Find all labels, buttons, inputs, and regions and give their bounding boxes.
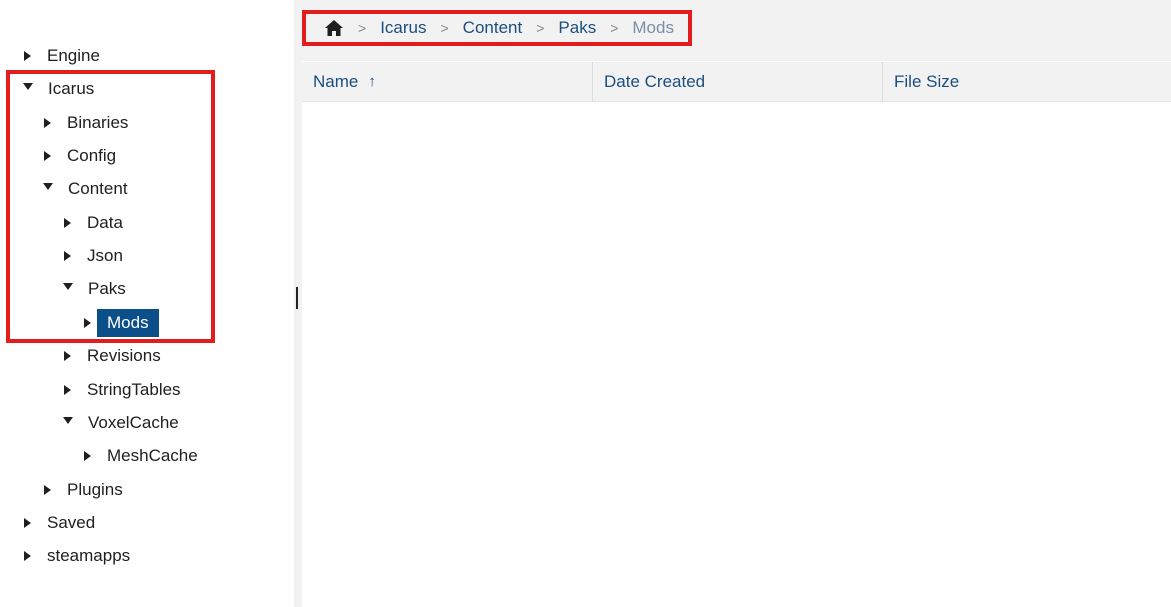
tree-item-json[interactable]: Json — [64, 242, 123, 270]
tree-item-revisions[interactable]: Revisions — [64, 342, 161, 370]
caret-down-icon[interactable] — [23, 82, 33, 90]
tree-item-label: Engine — [47, 46, 100, 65]
breadcrumb-separator: > — [358, 20, 367, 36]
caret-right-icon[interactable] — [44, 485, 51, 495]
file-list-pane: > Icarus > Content > Paks > Mods Name ↑ … — [302, 0, 1171, 607]
caret-down-icon[interactable] — [63, 416, 73, 424]
tree-item-engine[interactable]: Engine — [24, 42, 100, 70]
tree-item-saved[interactable]: Saved — [24, 509, 95, 537]
tree-item-icarus[interactable]: Icarus — [23, 75, 95, 103]
tree-item-label: Paks — [88, 279, 126, 298]
breadcrumb-item-icarus[interactable]: Icarus — [380, 18, 426, 38]
tree-item-paks[interactable]: Paks — [63, 275, 126, 303]
tree-item-label: StringTables — [87, 380, 181, 399]
tree-item-label: Mods — [97, 309, 159, 337]
tree-item-stringtables[interactable]: StringTables — [64, 376, 181, 404]
folder-tree: Engine Icarus Binaries Config Content Data Jso… — [0, 0, 294, 607]
tree-item-config[interactable]: Config — [44, 142, 116, 170]
tree-item-label: Json — [87, 246, 123, 265]
splitter-grip[interactable] — [296, 287, 298, 309]
breadcrumb-separator: > — [440, 20, 449, 36]
tree-item-label: Icarus — [48, 79, 95, 98]
caret-right-icon[interactable] — [64, 385, 71, 395]
tree-item-label: Data — [87, 213, 123, 232]
column-header-name[interactable]: Name ↑ — [302, 62, 593, 101]
column-size-label: File Size — [894, 71, 960, 91]
breadcrumb-item-content[interactable]: Content — [463, 18, 523, 38]
caret-right-icon[interactable] — [64, 351, 71, 361]
caret-right-icon[interactable] — [24, 551, 31, 561]
breadcrumb-separator: > — [610, 20, 619, 36]
caret-down-icon[interactable] — [63, 282, 73, 290]
breadcrumb-separator: > — [536, 20, 545, 36]
caret-right-icon[interactable] — [64, 218, 71, 228]
tree-item-meshcache[interactable]: MeshCache — [84, 442, 198, 470]
tree-item-plugins[interactable]: Plugins — [44, 476, 123, 504]
column-header-file-size[interactable]: File Size — [883, 62, 1171, 101]
file-list-header: Name ↑ Date Created File Size — [302, 62, 1171, 102]
tree-item-content[interactable]: Content — [43, 175, 128, 203]
tree-item-binaries[interactable]: Binaries — [44, 109, 128, 137]
tree-item-mods[interactable]: Mods — [84, 309, 159, 337]
tree-item-label: Content — [68, 179, 128, 198]
caret-right-icon[interactable] — [64, 251, 71, 261]
caret-right-icon[interactable] — [44, 151, 51, 161]
column-date-label: Date Created — [604, 71, 706, 91]
tree-item-label: MeshCache — [107, 446, 198, 465]
tree-item-voxelcache[interactable]: VoxelCache — [63, 409, 179, 437]
caret-right-icon[interactable] — [44, 118, 51, 128]
breadcrumb: > Icarus > Content > Paks > Mods — [302, 10, 692, 46]
caret-right-icon[interactable] — [24, 518, 31, 528]
tree-item-label: Config — [67, 146, 117, 165]
tree-item-label: Saved — [47, 513, 96, 532]
tree-item-data[interactable]: Data — [64, 209, 123, 237]
caret-right-icon[interactable] — [24, 51, 31, 61]
sort-ascending-icon: ↑ — [368, 73, 376, 90]
tree-item-steamapps[interactable]: steamapps — [24, 542, 130, 570]
caret-right-icon[interactable] — [84, 318, 91, 328]
column-name-label: Name — [313, 71, 359, 91]
tree-item-label: Revisions — [87, 346, 161, 365]
tree-item-label: steamapps — [47, 546, 131, 565]
tree-item-label: Plugins — [67, 480, 123, 499]
column-header-date-created[interactable]: Date Created — [593, 62, 883, 101]
tree-item-label: VoxelCache — [88, 413, 179, 432]
breadcrumb-bar: > Icarus > Content > Paks > Mods — [302, 0, 1171, 61]
home-icon[interactable] — [324, 19, 344, 37]
breadcrumb-item-mods: Mods — [632, 18, 674, 37]
tree-item-label: Binaries — [67, 113, 129, 132]
caret-down-icon[interactable] — [43, 182, 53, 190]
caret-right-icon[interactable] — [84, 451, 91, 461]
breadcrumb-item-paks[interactable]: Paks — [558, 18, 596, 38]
